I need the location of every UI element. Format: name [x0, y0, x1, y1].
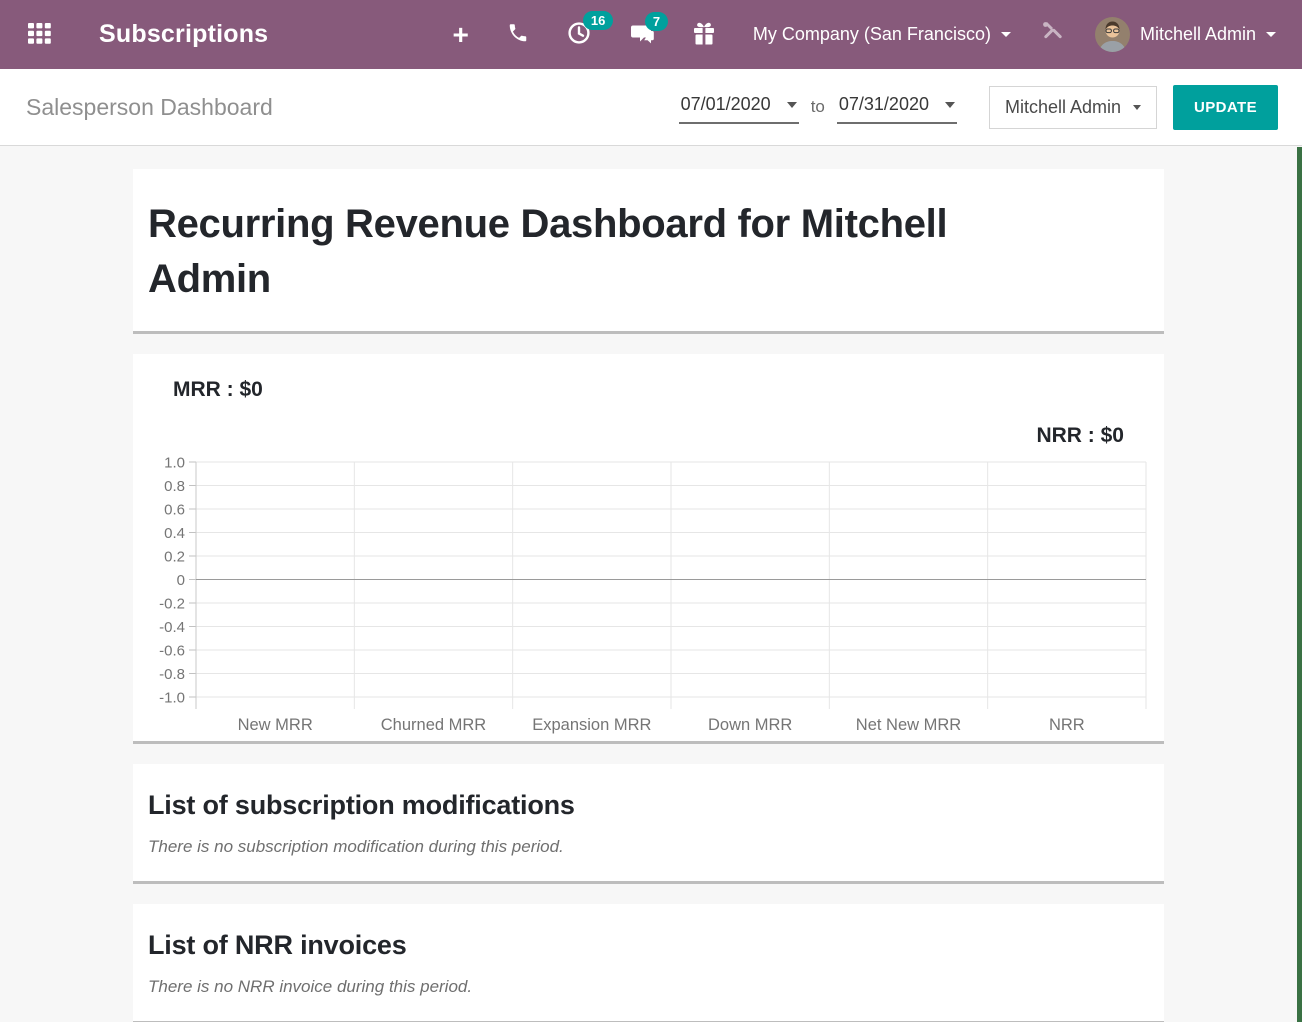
tools-icon — [1041, 21, 1065, 48]
navbar-systray: + 16 — [453, 17, 1276, 52]
dashboard-heading: Recurring Revenue Dashboard for Mitchell… — [148, 197, 1078, 307]
svg-text:0.6: 0.6 — [164, 502, 185, 519]
company-name: My Company (San Francisco) — [753, 24, 991, 45]
chevron-down-icon — [1001, 32, 1011, 37]
app-title-menu[interactable]: Subscriptions — [99, 20, 268, 49]
empty-state-text: There is no NRR invoice during this peri… — [148, 977, 1148, 997]
control-panel: Salesperson Dashboard 07/01/2020 to 07/3… — [0, 69, 1302, 146]
message-count-badge: 7 — [645, 12, 668, 31]
developer-tools-button[interactable] — [1041, 21, 1065, 48]
svg-text:0: 0 — [177, 572, 185, 589]
empty-state-text: There is no subscription modification du… — [148, 837, 1148, 857]
user-menu[interactable]: Mitchell Admin — [1095, 17, 1276, 52]
date-range-to-label: to — [811, 97, 825, 117]
section-title: List of subscription modifications — [148, 790, 1148, 821]
page: Subscriptions + 16 — [0, 0, 1302, 1022]
svg-text:0.8: 0.8 — [164, 478, 185, 495]
svg-text:NRR: NRR — [1049, 716, 1085, 734]
chevron-down-icon — [945, 102, 955, 108]
date-from-input[interactable]: 07/01/2020 — [679, 90, 799, 124]
nrr-total-label: NRR : $0 — [133, 424, 1124, 448]
phone-button[interactable] — [507, 22, 529, 47]
phone-icon — [507, 22, 529, 47]
referral-gift-button[interactable] — [693, 22, 715, 48]
svg-text:Net New MRR: Net New MRR — [856, 716, 962, 734]
avatar — [1095, 17, 1130, 52]
dashboard-controls: 07/01/2020 to 07/31/2020 Mitchell Admin … — [679, 85, 1278, 130]
subscription-modifications-section: List of subscription modifications There… — [133, 764, 1164, 884]
apps-menu-button[interactable] — [28, 23, 51, 47]
svg-text:-0.6: -0.6 — [159, 643, 185, 660]
svg-text:-0.8: -0.8 — [159, 666, 185, 683]
svg-text:New MRR: New MRR — [238, 716, 313, 734]
date-from-value: 07/01/2020 — [681, 94, 771, 115]
salesperson-select[interactable]: Mitchell Admin — [989, 86, 1157, 129]
company-switcher[interactable]: My Company (San Francisco) — [753, 24, 1011, 45]
quick-create-button[interactable]: + — [453, 21, 469, 49]
svg-text:-0.4: -0.4 — [159, 619, 185, 636]
chevron-down-icon — [787, 102, 797, 108]
section-title: List of NRR invoices — [148, 930, 1148, 961]
update-button[interactable]: UPDATE — [1173, 85, 1278, 130]
messages-button[interactable]: 7 — [629, 22, 655, 48]
mrr-total-label: MRR : $0 — [173, 378, 1164, 402]
date-to-value: 07/31/2020 — [839, 94, 929, 115]
right-edge-strip — [1297, 147, 1302, 1022]
activity-count-badge: 16 — [583, 11, 613, 30]
mrr-nrr-chart: 1.0 0.8 0.6 0.4 0.2 0 -0.2 -0.4 -0.6 -0.8 -1.0 New … — [133, 452, 1164, 741]
gift-icon — [693, 22, 715, 48]
svg-text:0.2: 0.2 — [164, 549, 185, 566]
date-to-input[interactable]: 07/31/2020 — [837, 90, 957, 124]
page-title: Salesperson Dashboard — [26, 94, 273, 121]
svg-text:1.0: 1.0 — [164, 455, 185, 472]
chevron-down-icon — [1133, 105, 1141, 110]
chevron-down-icon — [1266, 32, 1276, 37]
apps-grid-icon — [28, 23, 51, 47]
nrr-invoices-section: List of NRR invoices There is no NRR inv… — [133, 904, 1164, 1022]
dashboard-heading-card: Recurring Revenue Dashboard for Mitchell… — [133, 169, 1164, 334]
activities-button[interactable]: 16 — [567, 21, 591, 48]
user-name: Mitchell Admin — [1140, 24, 1256, 45]
svg-text:-1.0: -1.0 — [159, 690, 185, 707]
plus-icon: + — [453, 21, 469, 49]
svg-text:Churned MRR: Churned MRR — [381, 716, 487, 734]
svg-text:-0.2: -0.2 — [159, 596, 185, 613]
mrr-chart-card: MRR : $0 NRR : $0 1.0 0.8 0.6 0.4 0.2 0 -0.2 -0… — [133, 354, 1164, 744]
top-navbar: Subscriptions + 16 — [0, 0, 1302, 69]
svg-text:Down MRR: Down MRR — [708, 716, 792, 734]
svg-text:0.4: 0.4 — [164, 525, 185, 542]
svg-text:Expansion MRR: Expansion MRR — [532, 716, 651, 734]
salesperson-selected-value: Mitchell Admin — [1005, 97, 1121, 118]
dashboard-content: Recurring Revenue Dashboard for Mitchell… — [0, 146, 1302, 1022]
